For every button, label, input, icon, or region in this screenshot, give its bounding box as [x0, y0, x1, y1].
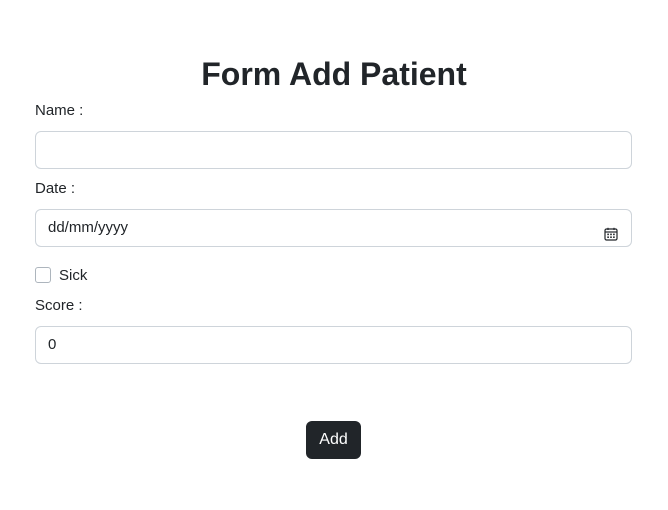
date-input[interactable]: dd/mm/yyyy: [35, 209, 632, 247]
sick-group: Sick: [35, 263, 632, 287]
date-group: Date : dd/mm/yyyy: [35, 178, 632, 247]
add-patient-page: Form Add Patient Name : Date : dd/mm/yyy…: [0, 0, 668, 510]
sick-checkbox[interactable]: [35, 267, 51, 283]
date-placeholder: dd/mm/yyyy: [48, 219, 129, 236]
score-input[interactable]: 0: [35, 326, 632, 364]
date-label: Date :: [35, 180, 76, 197]
patient-form: Name : Date : dd/mm/yyyy Sick Score: 0: [35, 100, 632, 364]
score-group: Score : 0: [35, 295, 632, 364]
calendar-icon[interactable]: [603, 220, 619, 241]
name-input[interactable]: [35, 131, 632, 169]
page-title: Form Add Patient: [201, 56, 467, 92]
add-button[interactable]: Add: [306, 421, 361, 459]
score-label: Score :: [35, 297, 83, 314]
name-label: Name :: [35, 102, 84, 119]
sick-label[interactable]: Sick: [59, 267, 87, 284]
name-group: Name :: [35, 100, 632, 169]
